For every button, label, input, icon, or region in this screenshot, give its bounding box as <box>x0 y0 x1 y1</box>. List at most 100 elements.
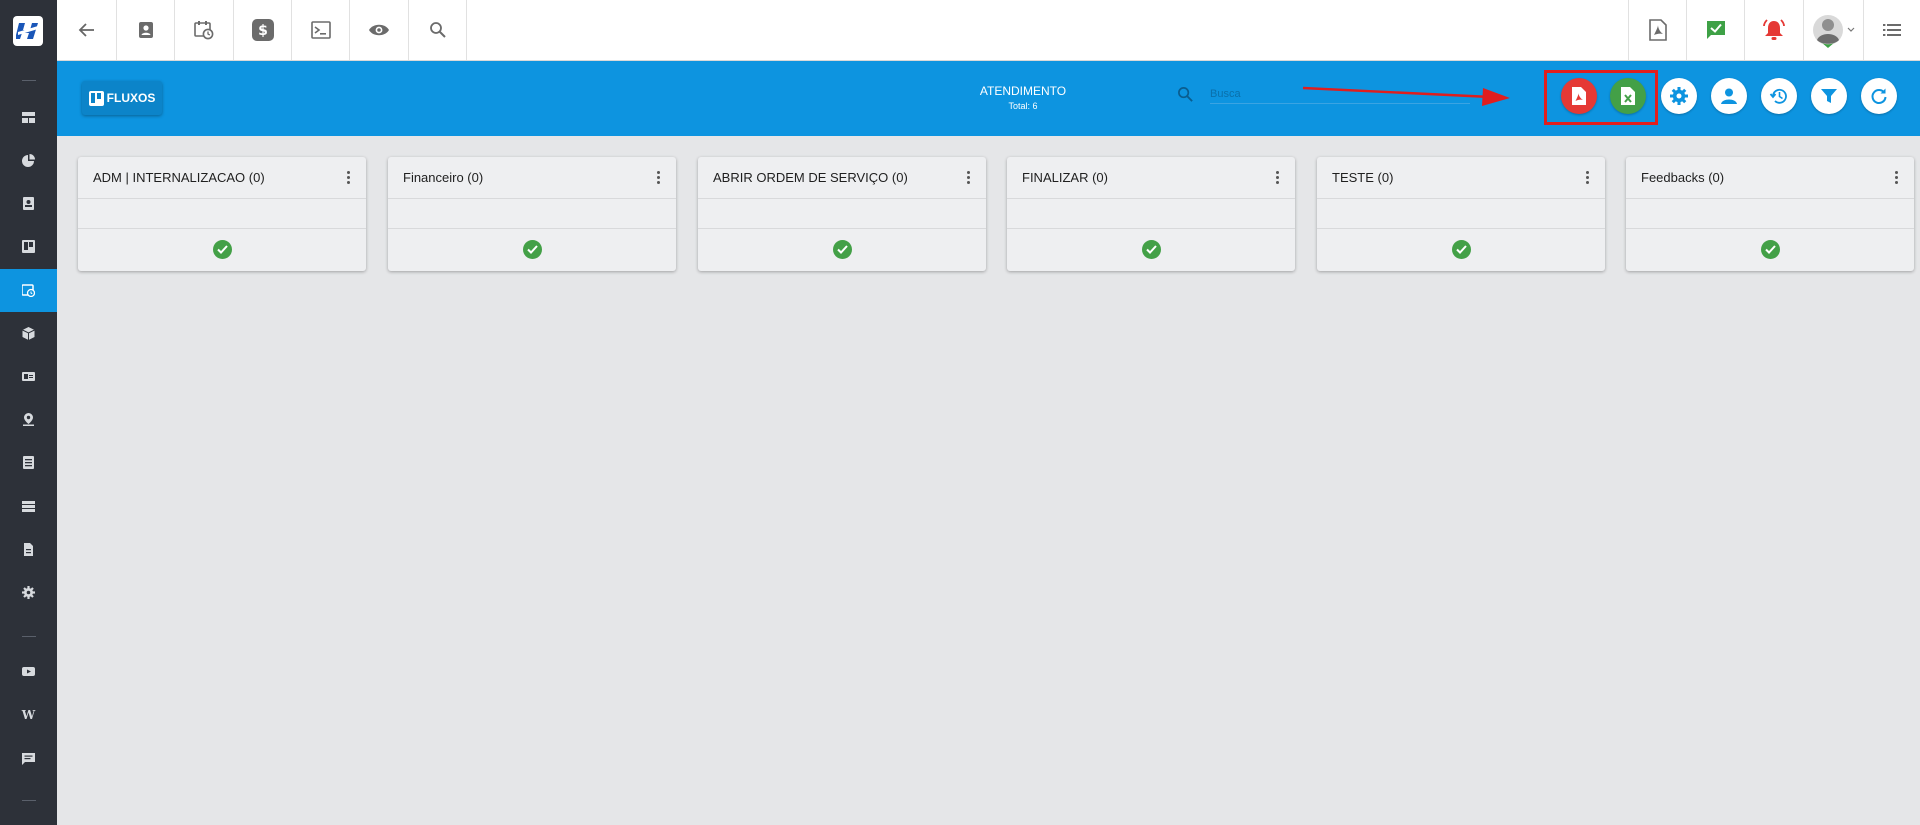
column-cards <box>698 199 986 229</box>
sidebar-item-locations[interactable] <box>0 398 57 441</box>
chat-icon <box>22 753 35 765</box>
avatar <box>1812 15 1843 48</box>
server-icon <box>22 501 35 512</box>
history-icon <box>1769 88 1787 104</box>
board-column: Financeiro (0) <box>388 157 676 271</box>
column-cards <box>388 199 676 229</box>
column-cards <box>1317 199 1605 229</box>
video-icon <box>22 667 35 676</box>
terminal-button[interactable] <box>292 0 350 60</box>
id-card-icon <box>22 372 35 381</box>
sidebar-divider <box>22 636 36 637</box>
column-check-button[interactable] <box>212 240 232 259</box>
calendar-clock-icon <box>194 21 214 40</box>
board-column: TESTE (0) <box>1317 157 1605 271</box>
column-check-button[interactable] <box>1141 240 1161 259</box>
column-title: ADM | INTERNALIZACAO (0) <box>93 170 265 185</box>
column-check-button[interactable] <box>1451 240 1471 259</box>
column-menu-icon[interactable] <box>1271 169 1283 187</box>
list-menu-icon <box>1883 24 1901 36</box>
app-logo[interactable] <box>13 16 43 46</box>
sidebar-item-settings[interactable] <box>0 571 57 614</box>
column-check-button[interactable] <box>832 240 852 259</box>
sidebar-item-boards[interactable] <box>0 225 57 268</box>
eye-icon <box>369 24 389 36</box>
view-button[interactable] <box>350 0 409 60</box>
back-arrow-icon <box>78 23 94 37</box>
check-icon <box>1764 245 1776 254</box>
package-icon <box>22 327 35 340</box>
board-icon <box>88 90 104 106</box>
page-title: ATENDIMENTO Total: 6 <box>933 84 1113 111</box>
notifications-button[interactable] <box>1744 0 1803 60</box>
dashboard-icon <box>22 112 35 123</box>
annotation-arrow <box>1302 86 1510 106</box>
alarm-bell-icon <box>1763 19 1785 40</box>
terminal-icon <box>310 21 331 39</box>
sidebar-item-reports[interactable] <box>0 139 57 182</box>
column-cards <box>1626 199 1914 229</box>
fluxos-button[interactable]: FLUXOS <box>82 81 162 115</box>
sidebar-item-atendimento[interactable] <box>0 269 57 312</box>
contacts-button[interactable] <box>117 0 175 60</box>
check-icon <box>216 245 228 254</box>
board-header: FLUXOS ATENDIMENTO Total: 6 <box>57 61 1920 136</box>
sidebar: W <box>0 0 57 825</box>
refresh-icon <box>1871 88 1887 104</box>
search-button[interactable] <box>409 0 467 60</box>
column-menu-icon[interactable] <box>962 169 974 187</box>
contact-icon <box>138 22 153 38</box>
board-title: ATENDIMENTO <box>979 84 1067 98</box>
back-button[interactable] <box>57 0 117 60</box>
sidebar-item-wiki[interactable]: W <box>0 693 57 736</box>
check-icon <box>1145 245 1157 254</box>
dollar-icon: $ <box>251 19 274 41</box>
tasks-button[interactable] <box>1686 0 1744 60</box>
board-icon <box>22 240 35 253</box>
top-toolbar: $ <box>57 0 1920 61</box>
finance-button[interactable]: $ <box>234 0 292 60</box>
svg-text:$: $ <box>258 23 268 39</box>
sidebar-item-chat[interactable] <box>0 737 57 780</box>
column-cards <box>1007 199 1295 229</box>
column-title: Feedbacks (0) <box>1641 170 1725 185</box>
column-menu-icon[interactable] <box>652 169 664 187</box>
column-menu-icon[interactable] <box>342 169 354 187</box>
sidebar-item-cards[interactable] <box>0 355 57 398</box>
chevron-down-icon <box>1847 27 1854 32</box>
settings-icon <box>1670 87 1688 105</box>
sidebar-item-servers[interactable] <box>0 485 57 528</box>
sidebar-item-lists[interactable] <box>0 441 57 484</box>
user-icon <box>1721 88 1737 104</box>
check-icon <box>1455 245 1467 254</box>
filter-button[interactable] <box>1811 78 1847 114</box>
column-check-button[interactable] <box>522 240 542 259</box>
column-title: Financeiro (0) <box>403 170 484 185</box>
wiki-icon: W <box>21 707 36 722</box>
logo-mark-icon <box>16 23 38 39</box>
pdf-button[interactable] <box>1628 0 1686 60</box>
settings-button[interactable] <box>1661 78 1697 114</box>
column-menu-icon[interactable] <box>1581 169 1593 187</box>
sidebar-item-videos[interactable] <box>0 650 57 693</box>
refresh-button[interactable] <box>1861 78 1897 114</box>
map-pin-icon <box>23 413 34 426</box>
task-check-icon <box>1706 21 1725 39</box>
column-menu-icon[interactable] <box>1890 169 1902 187</box>
pie-chart-icon <box>22 154 35 167</box>
sidebar-item-documents[interactable] <box>0 528 57 571</box>
history-button[interactable] <box>1761 78 1797 114</box>
sidebar-item-dashboard[interactable] <box>0 96 57 139</box>
sidebar-divider <box>22 80 36 81</box>
column-cards <box>78 199 366 229</box>
fluxos-label: FLUXOS <box>106 91 156 105</box>
menu-button[interactable] <box>1863 0 1920 60</box>
board-column: ABRIR ORDEM DE SERVIÇO (0) <box>698 157 986 271</box>
user-menu-button[interactable] <box>1803 0 1863 60</box>
column-check-button[interactable] <box>1760 240 1780 259</box>
sidebar-item-contacts[interactable] <box>0 182 57 225</box>
schedule-button[interactable] <box>175 0 234 60</box>
sidebar-item-inventory[interactable] <box>0 312 57 355</box>
board-total: Total: 6 <box>1008 101 1038 111</box>
user-button[interactable] <box>1711 78 1747 114</box>
